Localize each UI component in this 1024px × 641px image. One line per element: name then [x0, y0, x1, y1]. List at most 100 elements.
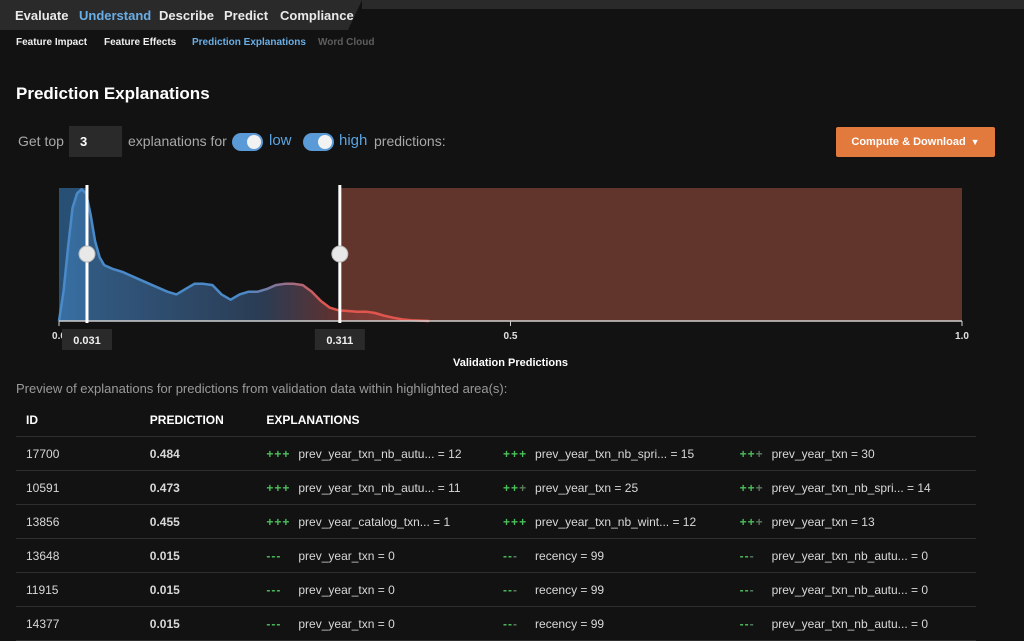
explanations-table: ID PREDICTION EXPLANATIONS 17700 0.484 +++…	[16, 404, 976, 641]
table-row: 11915 0.015 --- prev_year_txn = 0 --- recency…	[16, 572, 976, 607]
subtab-prediction-explanations[interactable]: Prediction Explanations	[192, 37, 306, 48]
high-threshold-value: 0.311	[326, 335, 353, 347]
positive-strength-icon: +++	[503, 480, 528, 495]
page-title: Prediction Explanations	[16, 84, 210, 103]
positive-strength-icon: +++	[739, 480, 764, 495]
explanation-text: prev_year_txn_nb_autu... = 0	[771, 582, 929, 597]
x-axis-label: Validation Predictions	[453, 357, 568, 369]
cell-explanation: --- prev_year_txn_nb_autu... = 0	[739, 606, 976, 641]
low-threshold-value: 0.031	[73, 335, 101, 347]
subtab-word-cloud: Word Cloud	[318, 37, 375, 48]
cell-prediction: 0.015	[149, 538, 267, 573]
negative-strength-icon: ---	[739, 582, 755, 597]
explanation-text: prev_year_txn = 25	[535, 480, 639, 495]
high-label: high	[339, 132, 368, 149]
negative-strength-icon: ---	[266, 548, 282, 563]
cell-prediction: 0.455	[149, 504, 267, 539]
tab-describe[interactable]: Describe	[159, 8, 214, 23]
cell-prediction: 0.473	[149, 470, 267, 505]
negative-strength-icon: ---	[503, 548, 519, 563]
table-row: 13648 0.015 --- prev_year_txn = 0 --- recency…	[16, 538, 976, 573]
positive-strength-icon: +++	[503, 514, 528, 529]
explanation-text: prev_year_txn_nb_autu... = 0	[771, 616, 929, 631]
cell-id: 17700	[16, 436, 150, 471]
cell-prediction: 0.015	[149, 572, 267, 607]
cell-explanation: --- prev_year_txn_nb_autu... = 0	[739, 538, 976, 573]
negative-strength-icon: ---	[503, 616, 519, 631]
positive-strength-icon: +++	[739, 514, 764, 529]
cell-id: 14377	[16, 606, 150, 641]
drag-handle-icon[interactable]	[331, 245, 349, 263]
top-nav-bar: Evaluate Understand Describe Predict Com…	[0, 0, 1024, 30]
x-tick-label: 1.0	[955, 331, 969, 342]
tab-evaluate[interactable]: Evaluate	[15, 8, 68, 23]
explanation-text: prev_year_txn = 0	[298, 616, 395, 631]
cell-explanation: +++ prev_year_txn_nb_wint... = 12	[503, 504, 740, 539]
positive-strength-icon: +++	[739, 446, 764, 461]
table-row: 14377 0.015 --- prev_year_txn = 0 --- recency…	[16, 606, 976, 641]
cell-explanation: +++ prev_year_txn = 25	[503, 470, 740, 505]
explanation-text: prev_year_txn = 0	[298, 582, 395, 597]
prediction-distribution-chart[interactable]: 0.0 0.5 1.0Validation Predictions0.031 0.31…	[0, 180, 1024, 372]
get-top-label: Get top	[18, 133, 64, 149]
cell-explanation: +++ prev_year_txn = 13	[739, 504, 976, 539]
low-label: low	[269, 132, 292, 149]
top-bar-strip	[362, 0, 1024, 9]
cell-explanation: --- prev_year_txn = 0	[266, 572, 504, 607]
explanation-text: recency = 99	[535, 616, 605, 631]
explanation-text: prev_year_txn_nb_spri... = 14	[771, 480, 931, 495]
negative-strength-icon: ---	[266, 616, 282, 631]
explanation-text: prev_year_txn = 0	[298, 548, 395, 563]
tab-compliance[interactable]: Compliance	[280, 8, 354, 23]
x-tick-label: 0.5	[504, 331, 518, 342]
table-row: 17700 0.484 +++ prev_year_txn_nb_autu... = …	[16, 436, 976, 471]
subtab-feature-effects[interactable]: Feature Effects	[104, 37, 176, 48]
negative-strength-icon: ---	[503, 582, 519, 597]
toggle-knob	[318, 135, 332, 149]
compute-download-button[interactable]: Compute & Download ▼	[836, 127, 995, 157]
explanation-text: recency = 99	[535, 582, 605, 597]
top-count-input[interactable]	[69, 126, 122, 157]
cell-explanation: --- prev_year_txn = 0	[266, 606, 504, 641]
table-row: 13856 0.455 +++ prev_year_catalog_txn... = …	[16, 504, 976, 539]
high-toggle[interactable]	[303, 133, 334, 151]
explanation-text: prev_year_txn = 13	[771, 514, 875, 529]
tab-predict[interactable]: Predict	[224, 8, 268, 23]
header-prediction: PREDICTION	[149, 404, 267, 437]
drag-handle-icon[interactable]	[78, 245, 96, 263]
subtab-feature-impact[interactable]: Feature Impact	[16, 37, 87, 48]
preview-note: Preview of explanations for predictions …	[16, 381, 508, 396]
negative-strength-icon: ---	[266, 582, 282, 597]
chevron-down-icon: ▼	[970, 137, 980, 147]
toggle-knob	[247, 135, 261, 149]
cell-explanation: +++ prev_year_txn_nb_autu... = 12	[266, 436, 504, 471]
cell-explanation: +++ prev_year_txn = 30	[739, 436, 976, 471]
cell-prediction: 0.015	[149, 606, 267, 641]
tab-understand[interactable]: Understand	[79, 8, 151, 23]
cell-explanation: --- prev_year_txn = 0	[266, 538, 504, 573]
explanation-text: prev_year_txn_nb_autu... = 12	[298, 446, 462, 461]
explanations-for-label: explanations for	[128, 133, 227, 149]
negative-strength-icon: ---	[739, 548, 755, 563]
cell-prediction: 0.484	[149, 436, 267, 471]
table-header-row: ID PREDICTION EXPLANATIONS	[16, 404, 976, 437]
cell-explanation: +++ prev_year_catalog_txn... = 1	[266, 504, 504, 539]
main-tabs: Evaluate Understand Describe Predict Com…	[0, 0, 362, 30]
cell-explanation: +++ prev_year_txn_nb_autu... = 11	[266, 470, 504, 505]
low-toggle[interactable]	[232, 133, 263, 151]
predictions-label: predictions:	[374, 133, 446, 149]
header-explanations: EXPLANATIONS	[266, 404, 976, 437]
explanation-text: prev_year_txn_nb_spri... = 15	[535, 446, 695, 461]
cell-explanation: --- prev_year_txn_nb_autu... = 0	[739, 572, 976, 607]
cell-explanation: +++ prev_year_txn_nb_spri... = 15	[503, 436, 740, 471]
cell-explanation: --- recency = 99	[503, 572, 740, 607]
explanation-text: recency = 99	[535, 548, 605, 563]
table-row: 10591 0.473 +++ prev_year_txn_nb_autu... = …	[16, 470, 976, 505]
explanation-text: prev_year_txn = 30	[771, 446, 875, 461]
explanation-text: prev_year_txn_nb_wint... = 12	[535, 514, 697, 529]
positive-strength-icon: +++	[503, 446, 528, 461]
cell-explanation: --- recency = 99	[503, 606, 740, 641]
cell-explanation: --- recency = 99	[503, 538, 740, 573]
positive-strength-icon: +++	[266, 514, 291, 529]
compute-download-label: Compute & Download	[851, 136, 966, 148]
